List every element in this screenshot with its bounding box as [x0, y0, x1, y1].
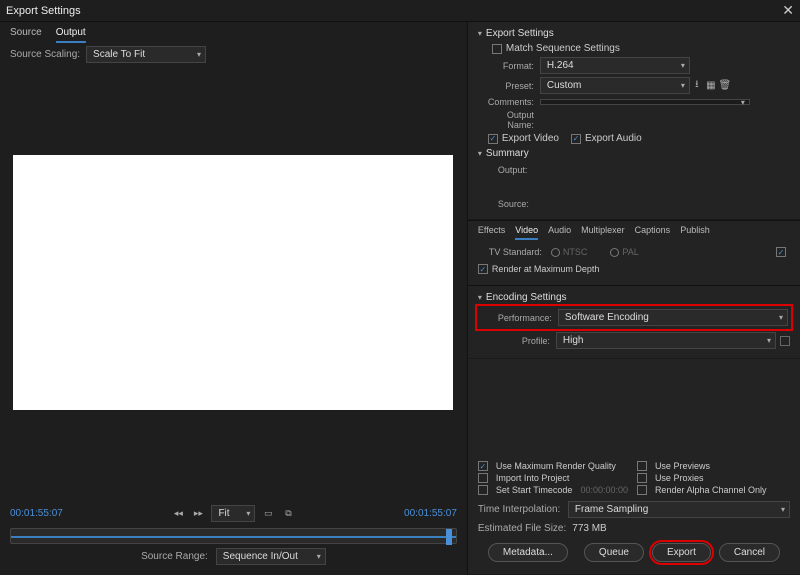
format-label: Format:	[478, 61, 540, 71]
timecode-left: 00:01:55:07	[10, 508, 63, 519]
match-sequence-label: Match Sequence Settings	[506, 43, 620, 54]
pal-label: PAL	[622, 247, 638, 257]
encoding-title: Encoding Settings	[486, 292, 567, 303]
queue-button[interactable]: Queue	[584, 543, 644, 562]
source-scaling-label: Source Scaling:	[10, 49, 80, 60]
timeline-slider[interactable]	[10, 528, 457, 544]
metadata-button[interactable]: Metadata...	[488, 543, 568, 562]
performance-label: Performance:	[480, 313, 558, 323]
export-audio-label: Export Audio	[585, 133, 642, 144]
export-settings-title: Export Settings	[486, 28, 554, 39]
export-video-checkbox[interactable]	[488, 134, 498, 144]
use-proxies-label: Use Proxies	[655, 473, 704, 483]
summary-title: Summary	[486, 148, 529, 159]
source-range-dropdown[interactable]: Sequence In/Out	[216, 548, 326, 565]
preview-canvas	[13, 155, 453, 410]
performance-dropdown[interactable]: Software Encoding	[558, 309, 788, 326]
summary-output-label: Output:	[478, 163, 790, 179]
render-alpha-label: Render Alpha Channel Only	[655, 485, 767, 495]
import-project-label: Import Into Project	[496, 473, 570, 483]
tab-output[interactable]: Output	[56, 27, 86, 43]
tv-standard-label: TV Standard:	[478, 247, 548, 257]
export-audio-checkbox[interactable]	[571, 134, 581, 144]
profile-dropdown[interactable]: High	[556, 332, 776, 349]
aspect-icon[interactable]: ▭	[261, 507, 275, 521]
pal-radio[interactable]	[610, 248, 619, 257]
source-range-label: Source Range:	[141, 551, 208, 562]
set-start-tc-checkbox[interactable]	[478, 485, 488, 495]
use-previews-label: Use Previews	[655, 461, 710, 471]
summary-source-label: Source:	[478, 197, 790, 213]
export-video-label: Export Video	[502, 133, 559, 144]
export-button[interactable]: Export	[652, 543, 711, 562]
format-dropdown[interactable]: H.264	[540, 57, 690, 74]
crop-icon[interactable]: ⧉	[281, 507, 295, 521]
est-size-label: Estimated File Size:	[478, 523, 566, 534]
twirl-down-icon: ▾	[478, 149, 482, 158]
section-export-settings[interactable]: ▾ Export Settings	[478, 28, 790, 39]
close-icon[interactable]: ✕	[782, 2, 794, 19]
twirl-down-icon: ▾	[478, 293, 482, 302]
comments-input[interactable]	[540, 99, 750, 105]
subtab-multiplexer[interactable]: Multiplexer	[581, 225, 625, 240]
profile-label: Profile:	[478, 336, 556, 346]
ntsc-label: NTSC	[563, 247, 588, 257]
tab-source[interactable]: Source	[10, 27, 42, 43]
time-interp-dropdown[interactable]: Frame Sampling	[568, 501, 790, 518]
use-proxies-checkbox[interactable]	[637, 473, 647, 483]
cancel-button[interactable]: Cancel	[719, 543, 780, 562]
time-interp-label: Time Interpolation:	[478, 504, 568, 515]
max-quality-label: Use Maximum Render Quality	[496, 461, 616, 471]
subtab-captions[interactable]: Captions	[635, 225, 671, 240]
use-previews-checkbox[interactable]	[637, 461, 647, 471]
ntsc-radio[interactable]	[551, 248, 560, 257]
fit-dropdown[interactable]: Fit	[211, 505, 255, 522]
timeline-thumb[interactable]	[446, 529, 452, 545]
step-fwd-icon[interactable]: ▸▸	[191, 507, 205, 521]
timecode-right: 00:01:55:07	[404, 508, 457, 519]
link-checkbox[interactable]	[776, 247, 786, 257]
twirl-down-icon: ▾	[478, 29, 482, 38]
subtab-effects[interactable]: Effects	[478, 225, 505, 240]
delete-preset-icon[interactable]: 🗑	[718, 79, 732, 93]
save-preset-icon[interactable]: ⭳	[690, 79, 704, 93]
comments-label: Comments:	[478, 97, 540, 107]
profile-link-checkbox[interactable]	[780, 336, 790, 346]
set-start-tc-value: 00:00:00:00	[580, 485, 628, 495]
est-size-value: 773 MB	[572, 523, 606, 534]
render-max-depth-label: Render at Maximum Depth	[492, 264, 600, 274]
subtab-publish[interactable]: Publish	[680, 225, 710, 240]
render-max-depth-checkbox[interactable]	[478, 264, 488, 274]
match-sequence-checkbox[interactable]	[492, 44, 502, 54]
subtab-audio[interactable]: Audio	[548, 225, 571, 240]
output-name-label: Output Name:	[478, 110, 540, 130]
section-summary[interactable]: ▾ Summary	[478, 148, 790, 159]
source-scaling-dropdown[interactable]: Scale To Fit	[86, 46, 206, 63]
render-alpha-checkbox[interactable]	[637, 485, 647, 495]
preset-dropdown[interactable]: Custom	[540, 77, 690, 94]
subtab-video[interactable]: Video	[515, 225, 538, 240]
step-back-icon[interactable]: ◂◂	[171, 507, 185, 521]
set-start-tc-label: Set Start Timecode	[496, 485, 573, 495]
max-quality-checkbox[interactable]	[478, 461, 488, 471]
preset-label: Preset:	[478, 81, 540, 91]
import-project-checkbox[interactable]	[478, 473, 488, 483]
dialog-title: Export Settings	[6, 5, 81, 17]
import-preset-icon[interactable]: ▦	[704, 79, 718, 93]
section-encoding[interactable]: ▾ Encoding Settings	[478, 292, 790, 303]
